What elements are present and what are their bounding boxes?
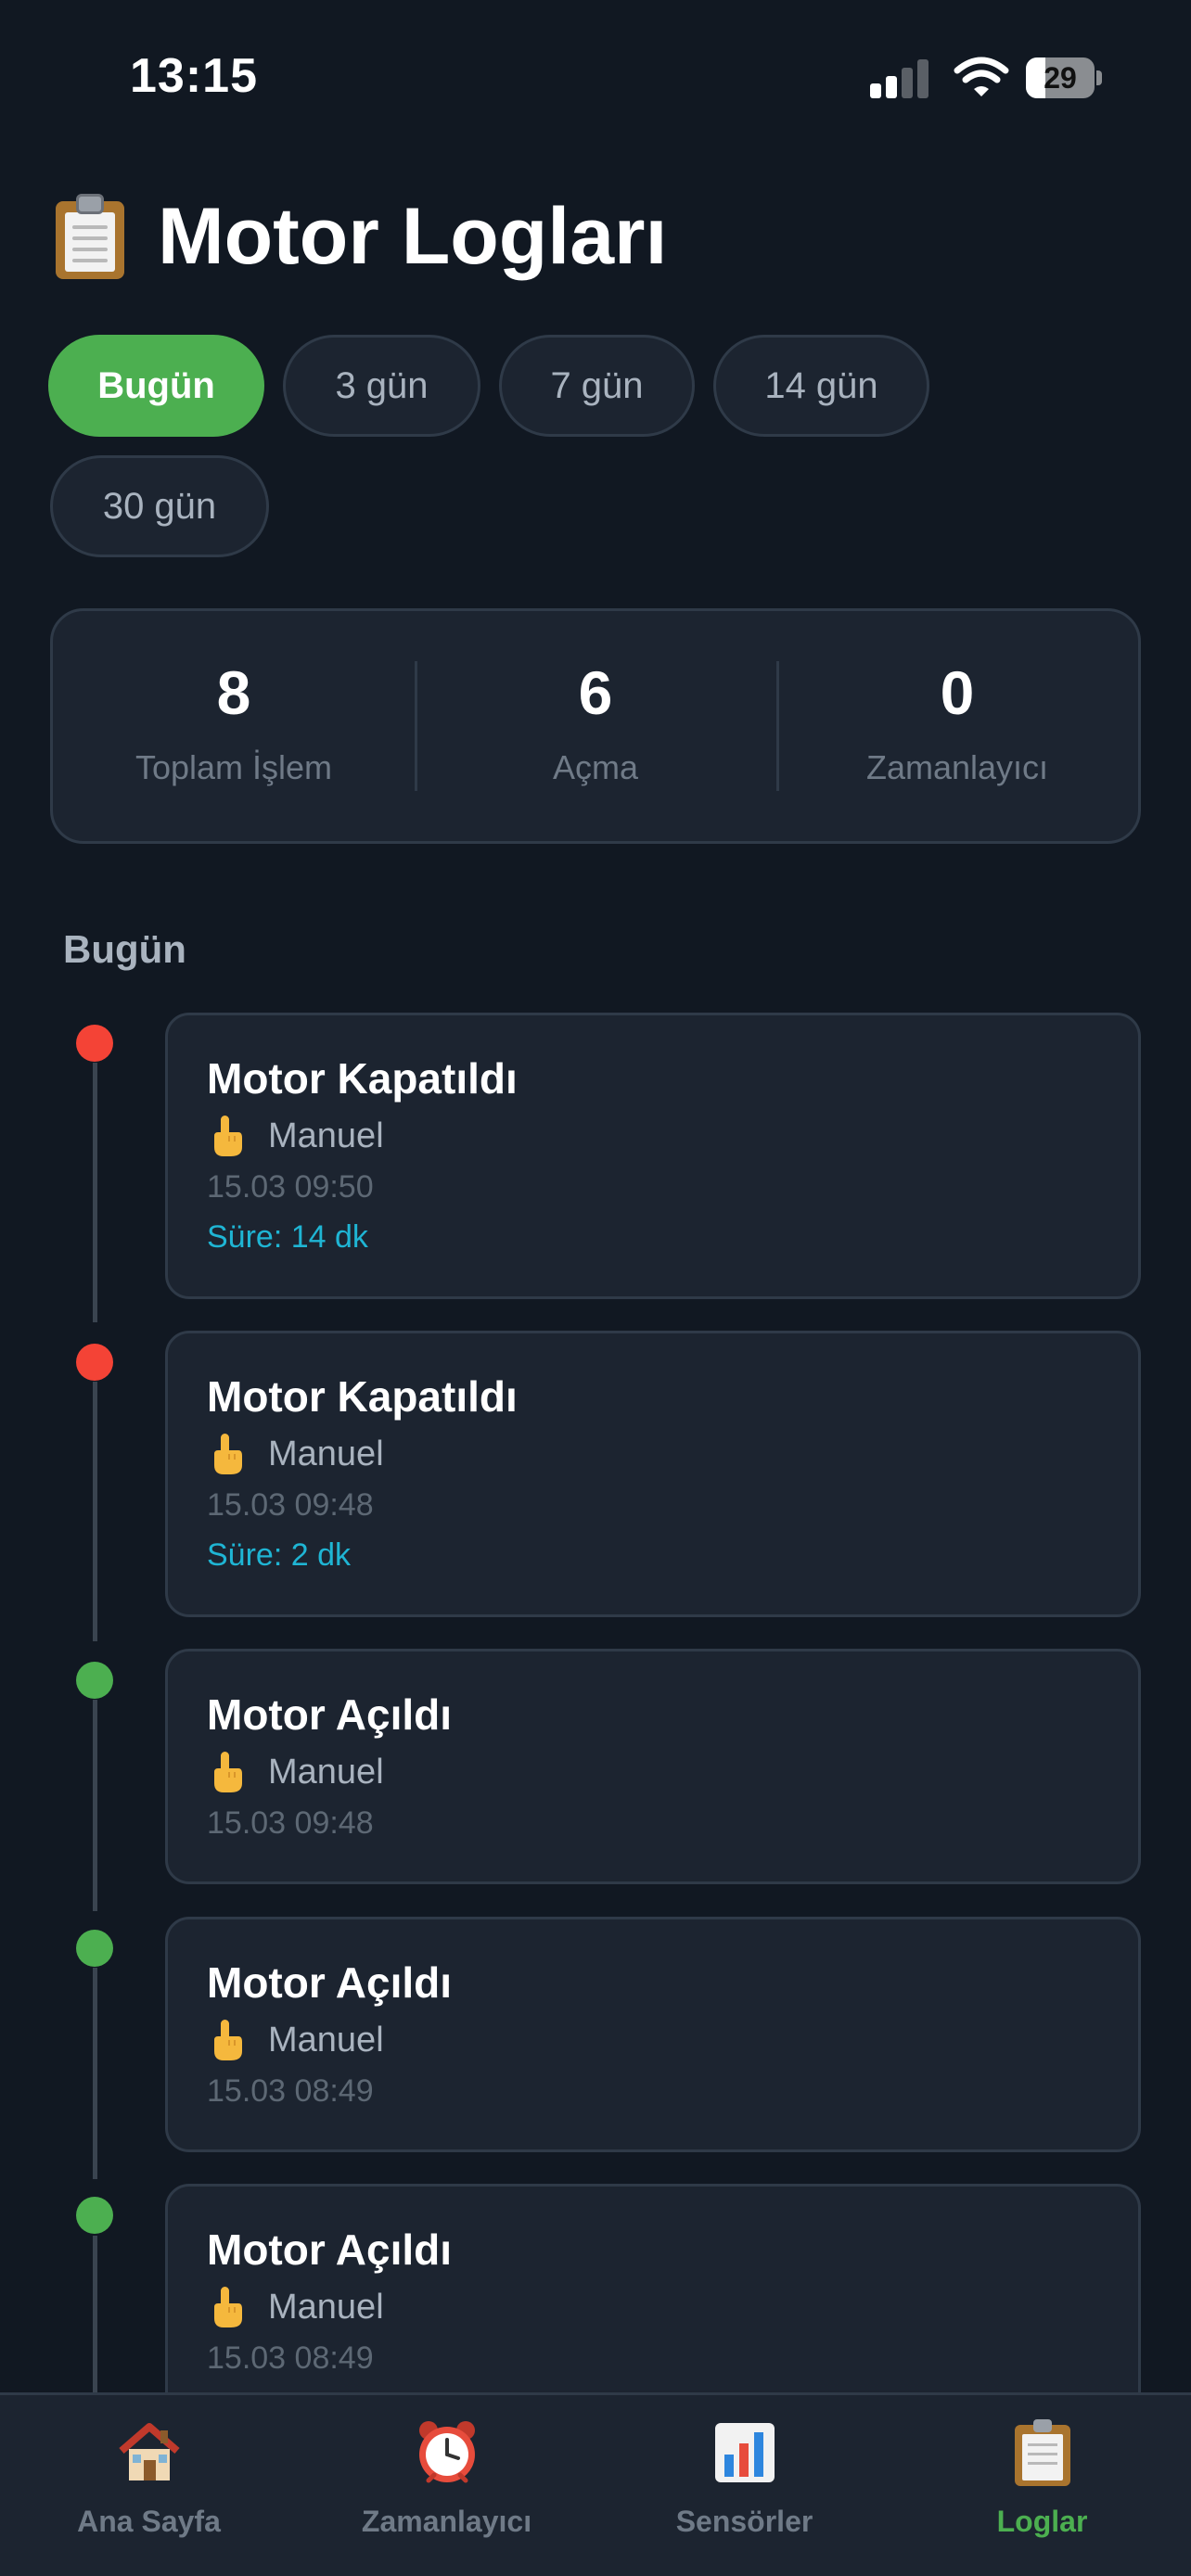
pointing-hand-icon <box>207 1432 246 1476</box>
timeline-line <box>93 1382 97 1641</box>
log-card[interactable]: Motor Kapatıldı Manuel 15.03 09:48 Süre:… <box>165 1331 1141 1617</box>
timeline-line <box>93 2236 97 2393</box>
log-title: Motor Açıldı <box>207 1958 453 2007</box>
clipboard-icon <box>1014 2419 1070 2486</box>
tab-label: Ana Sayfa <box>77 2505 221 2538</box>
stat-label: Toplam İşlem <box>134 748 333 786</box>
filter-chip-30-gun[interactable]: 30 gün <box>50 455 269 557</box>
section-label: Bugün <box>63 927 186 971</box>
page-title: Motor Logları <box>158 191 668 281</box>
pointing-hand-icon <box>207 2285 246 2329</box>
stats-card: 8 Toplam İşlem 6 Açma 0 Zamanlayıcı <box>50 608 1141 844</box>
battery-percent: 29 <box>1044 61 1077 95</box>
bar-chart-icon <box>714 2423 775 2482</box>
log-source-label: Manuel <box>268 1753 384 1792</box>
timeline-line <box>93 1968 97 2179</box>
log-time: 15.03 09:50 <box>207 1169 374 1205</box>
filter-chip-7-gun[interactable]: 7 gün <box>499 335 695 437</box>
log-title: Motor Kapatıldı <box>207 1372 518 1421</box>
status-dot <box>76 1344 113 1381</box>
log-source-label: Manuel <box>268 2288 384 2327</box>
timeline-line <box>93 1700 97 1911</box>
log-title: Motor Kapatıldı <box>207 1054 518 1103</box>
stat-value: 8 <box>216 658 251 727</box>
filter-chip-14-gun[interactable]: 14 gün <box>713 335 929 437</box>
tab-label: Loglar <box>996 2505 1088 2538</box>
status-dot <box>76 1930 113 1967</box>
tab-ana-sayfa[interactable]: Ana Sayfa <box>0 2395 298 2576</box>
log-title: Motor Açıldı <box>207 1690 453 1739</box>
log-time: 15.03 09:48 <box>207 1487 374 1523</box>
log-time: 15.03 09:48 <box>207 1805 374 1841</box>
filter-chip-bugun[interactable]: Bugün <box>48 335 264 437</box>
log-source-label: Manuel <box>268 1116 384 1155</box>
log-card[interactable]: Motor Açıldı Manuel 15.03 09:48 <box>165 1649 1141 1884</box>
status-dot <box>76 1025 113 1062</box>
log-time: 15.03 08:49 <box>207 2340 374 2376</box>
status-time: 13:15 <box>130 49 258 103</box>
log-title: Motor Açıldı <box>207 2225 453 2274</box>
stat-value: 0 <box>940 658 975 727</box>
stat-open: 6 Açma <box>415 611 776 841</box>
status-bar: 13:15 29 <box>0 0 1191 158</box>
log-duration: Süre: 2 dk <box>207 1537 351 1573</box>
status-dot <box>76 2197 113 2234</box>
pointing-hand-icon <box>207 2018 246 2062</box>
stat-label: Açma <box>552 748 639 786</box>
stat-label: Zamanlayıcı <box>865 748 1049 786</box>
wifi-icon <box>954 57 1009 96</box>
log-source-label: Manuel <box>268 1435 384 1473</box>
battery-icon: 29 <box>1026 57 1102 98</box>
log-source-label: Manuel <box>268 2021 384 2060</box>
cellular-signal-icon <box>870 57 931 98</box>
log-card[interactable]: Motor Açıldı Manuel 15.03 08:49 <box>165 1917 1141 2152</box>
clipboard-icon <box>52 194 128 279</box>
status-dot <box>76 1662 113 1699</box>
log-duration: Süre: 14 dk <box>207 1219 368 1255</box>
log-source: Manuel <box>207 2285 1138 2329</box>
house-icon <box>118 2423 180 2480</box>
tab-sensorler[interactable]: Sensörler <box>596 2395 893 2576</box>
alarm-clock-icon <box>418 2421 475 2483</box>
log-source: Manuel <box>207 1114 1138 1158</box>
log-card[interactable]: Motor Açıldı Manuel 15.03 08:49 <box>165 2184 1141 2419</box>
log-card[interactable]: Motor Kapatıldı Manuel 15.03 09:50 Süre:… <box>165 1013 1141 1299</box>
tab-loglar[interactable]: Loglar <box>893 2395 1191 2576</box>
tab-label: Zamanlayıcı <box>361 2505 532 2538</box>
log-source: Manuel <box>207 1750 1138 1794</box>
timeline-line <box>93 1063 97 1322</box>
pointing-hand-icon <box>207 1114 246 1158</box>
pointing-hand-icon <box>207 1750 246 1794</box>
log-source: Manuel <box>207 2018 1138 2062</box>
log-source: Manuel <box>207 1432 1138 1476</box>
page-header: Motor Logları <box>52 185 667 287</box>
filter-chip-3-gun[interactable]: 3 gün <box>283 335 480 437</box>
stat-value: 6 <box>578 658 613 727</box>
log-time: 15.03 08:49 <box>207 2073 374 2109</box>
stat-total: 8 Toplam İşlem <box>53 611 415 841</box>
tab-label: Sensörler <box>675 2505 813 2538</box>
tab-zamanlayici[interactable]: Zamanlayıcı <box>298 2395 596 2576</box>
tab-bar: Ana Sayfa Zamanlayıcı Sensörler Loglar <box>0 2392 1191 2576</box>
stat-timer: 0 Zamanlayıcı <box>776 611 1138 841</box>
